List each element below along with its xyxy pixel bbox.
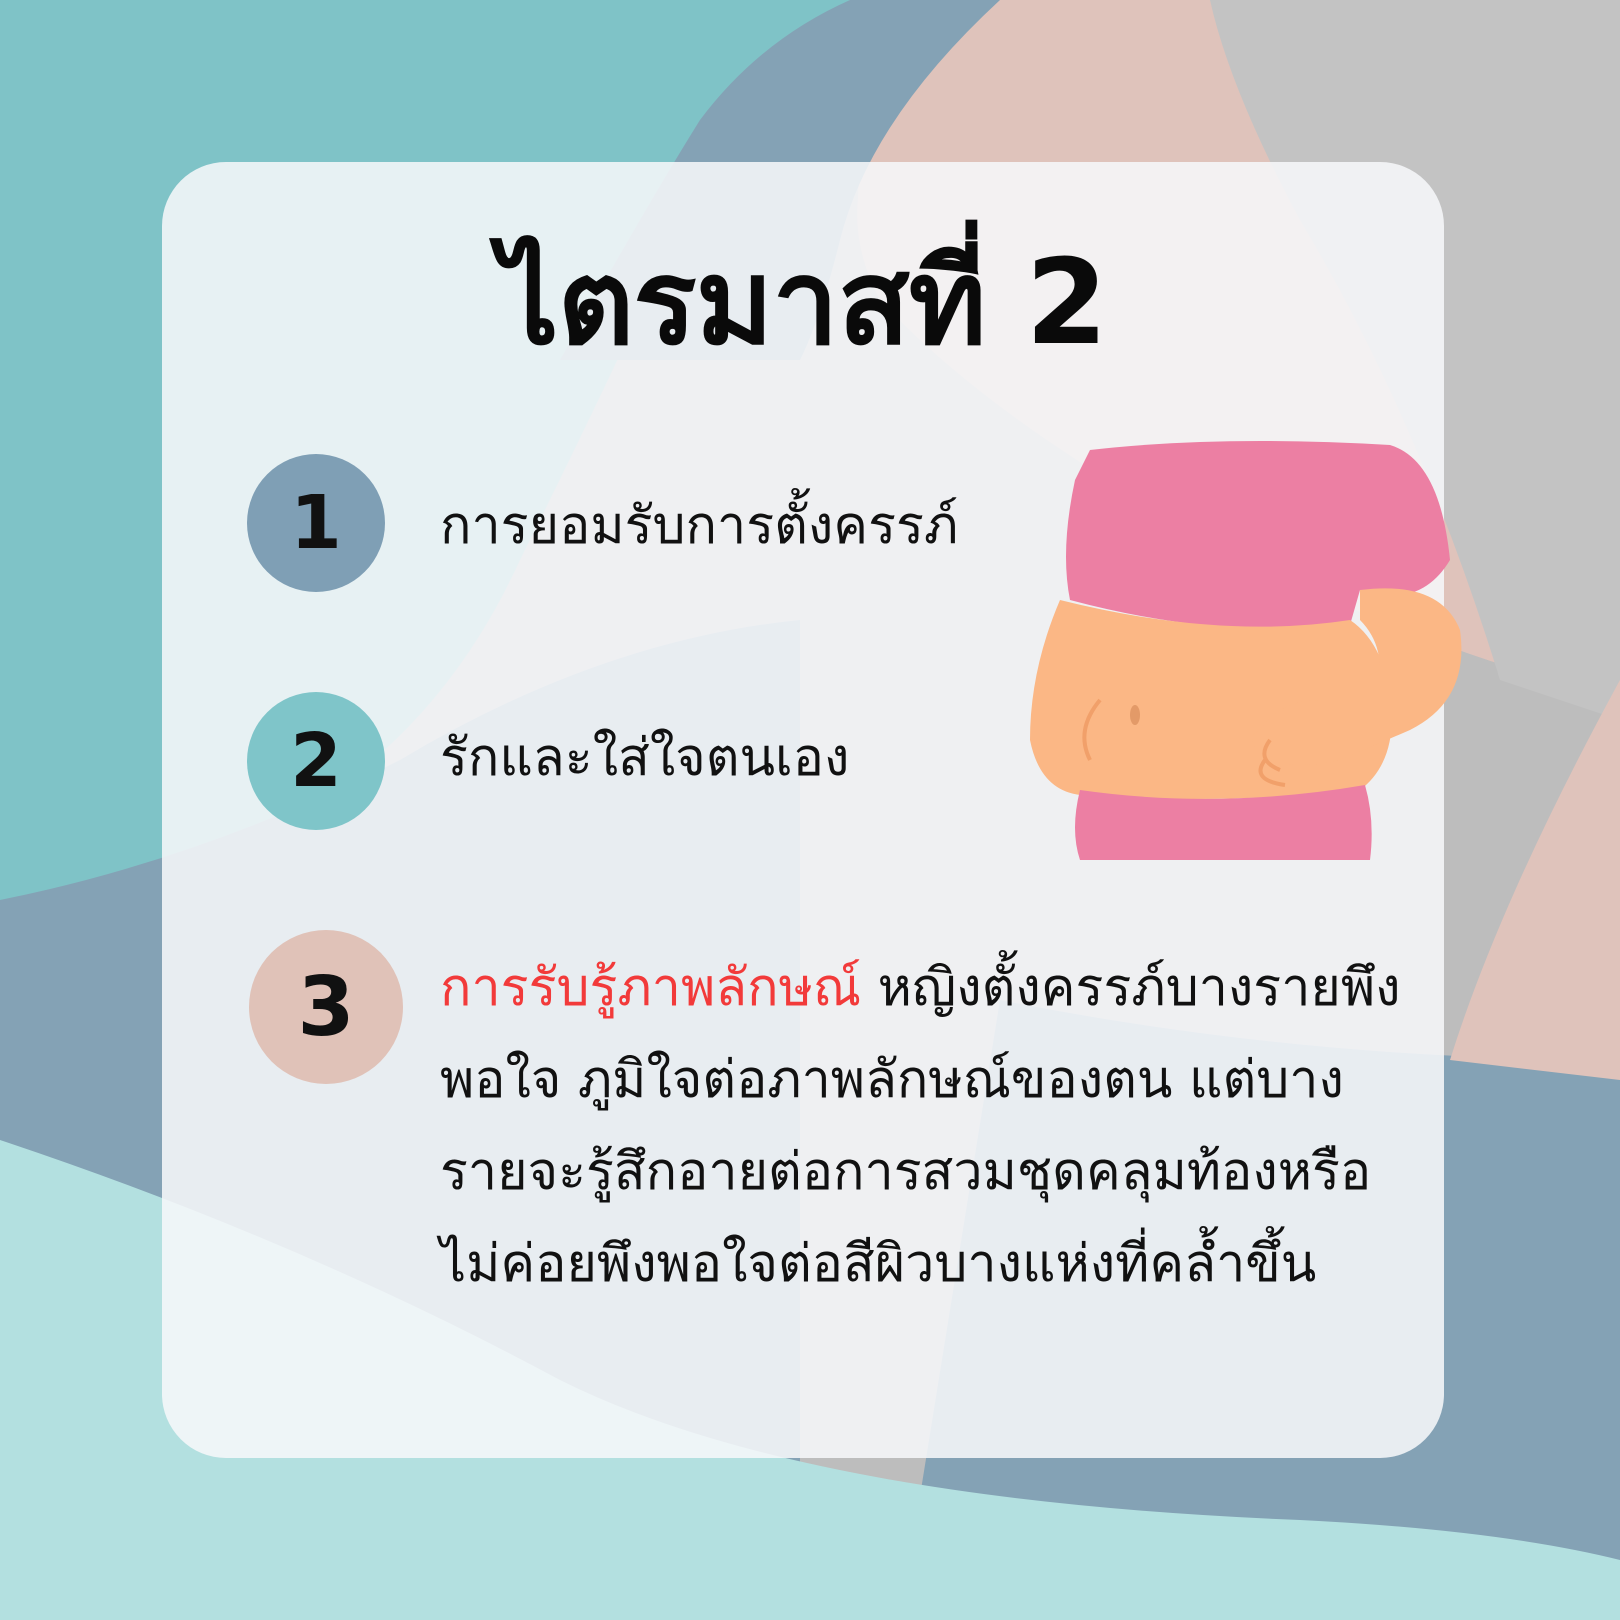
- page-title: ไตรมาสที่ 2: [499, 233, 1107, 371]
- highlight-text: การรับรู้ภาพลักษณ์: [440, 958, 862, 1018]
- number-badge-1: 1: [247, 454, 385, 592]
- number-badge-2: 2: [247, 692, 385, 830]
- list-item-3: การรับรู้ภาพลักษณ์ หญิงตั้งครรภ์บางรายพึ…: [440, 942, 1410, 1310]
- number-3: 3: [297, 959, 355, 1055]
- list-item-2: รักและใส่ใจตนเอง: [440, 728, 850, 788]
- list-item-1: การยอมรับการตั้งครรภ์: [440, 496, 959, 556]
- number-badge-3: 3: [249, 930, 403, 1084]
- number-2: 2: [290, 718, 342, 804]
- number-1: 1: [290, 480, 342, 566]
- pregnant-belly-icon: [1030, 441, 1462, 860]
